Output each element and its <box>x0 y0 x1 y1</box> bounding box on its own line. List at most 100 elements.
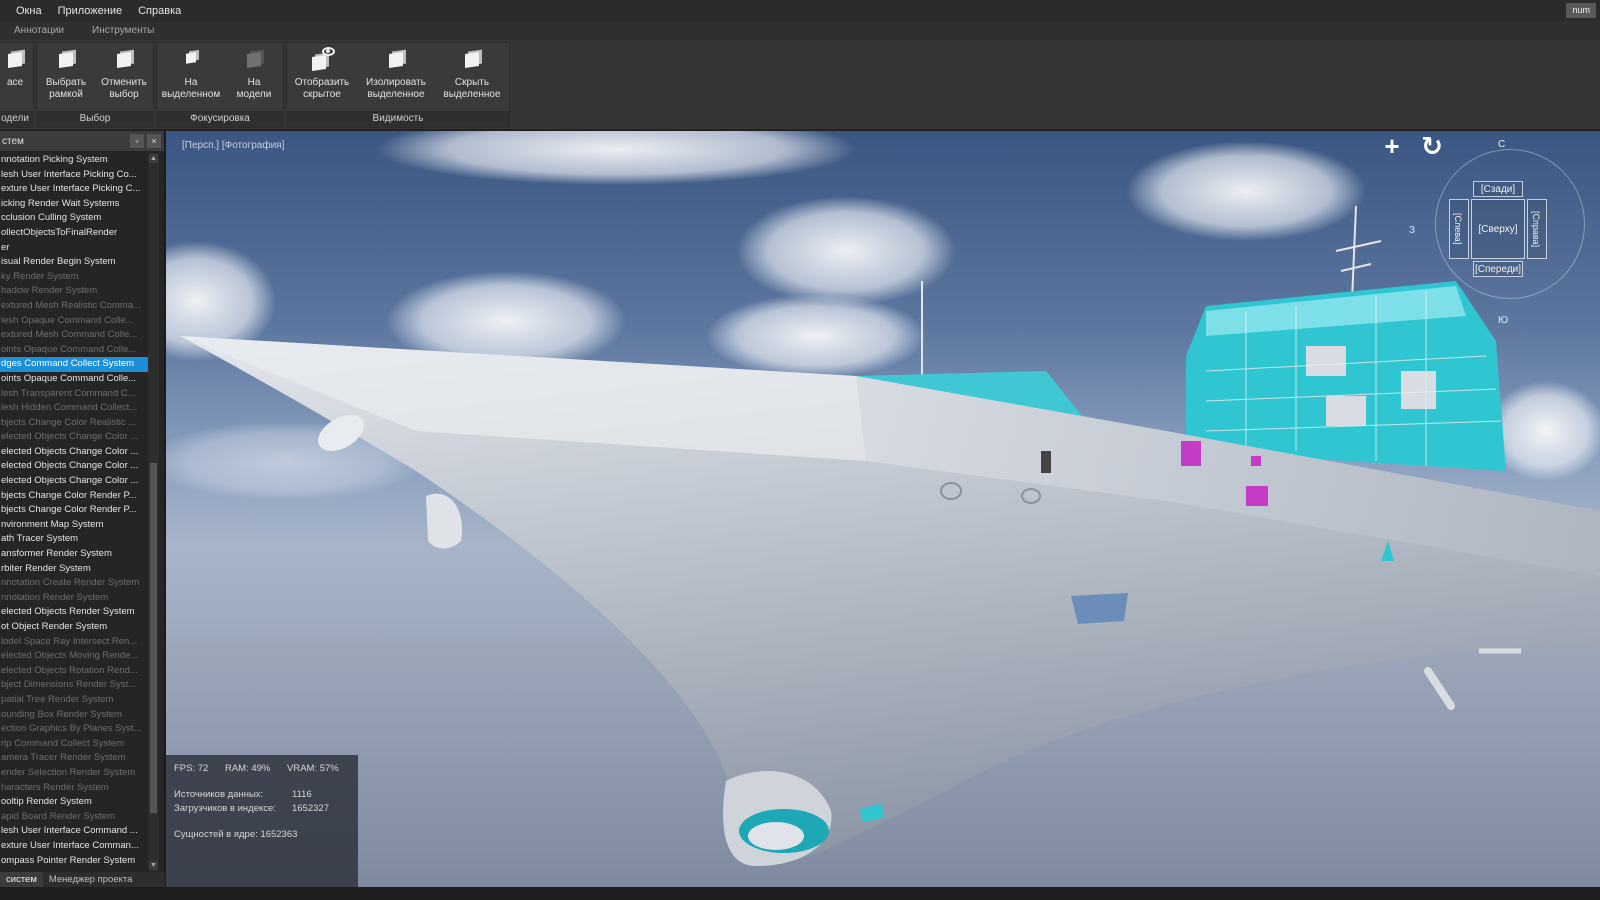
3d-viewport[interactable]: [Персп.] [Фотография] + ↻ С Ю З [Сзади] … <box>166 131 1600 887</box>
list-item[interactable]: amera Tracer Render System <box>0 751 148 766</box>
list-item[interactable]: elected Objects Change Color ... <box>0 459 148 474</box>
view-front[interactable]: [Спереди] <box>1473 261 1523 277</box>
list-item[interactable]: elected Objects Moving Rende... <box>0 649 148 664</box>
focus-model-button[interactable]: На модели <box>225 43 283 111</box>
list-item[interactable]: bjects Change Color Realistic ... <box>0 416 148 431</box>
list-item[interactable]: bject Dimensions Render Syst... <box>0 678 148 693</box>
list-item[interactable]: elected Objects Render System <box>0 605 148 620</box>
list-item[interactable]: lesh Transparent Command C... <box>0 387 148 402</box>
ship-model-render[interactable] <box>166 131 1600 887</box>
list-item[interactable]: lesh Hidden Command Collect... <box>0 401 148 416</box>
view-cube[interactable]: С Ю З [Сзади] [Сверху] [Спереди] [Слева]… <box>1409 137 1591 327</box>
list-item[interactable]: exture User Interface Picking C... <box>0 182 148 197</box>
show-hidden-label: Отобразить скрытое <box>294 77 350 100</box>
scroll-up-icon[interactable]: ▲ <box>149 154 158 163</box>
list-item[interactable]: haracters Render System <box>0 781 148 796</box>
list-item[interactable]: ot Object Render System <box>0 620 148 635</box>
list-item[interactable]: lesh User Interface Picking Co... <box>0 168 148 183</box>
tab-project-manager[interactable]: Менеджер проекта <box>43 872 139 887</box>
view-left[interactable]: [Слева] <box>1449 199 1469 259</box>
list-item[interactable]: nnotation Picking System <box>0 153 148 168</box>
tab-systems[interactable]: систем <box>0 872 43 887</box>
scrollbar-thumb[interactable] <box>150 463 157 813</box>
list-item[interactable]: bjects Change Color Render P... <box>0 489 148 504</box>
focus-selection-button[interactable]: На выделенном <box>157 43 225 111</box>
list-item[interactable]: lodel Space Ray Intersect Ren... <box>0 635 148 650</box>
list-item[interactable]: ath Tracer System <box>0 532 148 547</box>
list-item[interactable]: bjects Change Color Render P... <box>0 503 148 518</box>
hide-selected-button[interactable]: Скрыть выделенное <box>435 43 509 111</box>
view-right[interactable]: [Справа] <box>1527 199 1547 259</box>
select-box-button[interactable]: Выбрать рамкой <box>37 43 95 111</box>
list-item[interactable]: nnotation Render System <box>0 591 148 606</box>
isolate-icon <box>383 49 409 73</box>
models-button[interactable]: ace <box>0 43 33 111</box>
list-item[interactable]: oints Opaque Command Colle... <box>0 343 148 358</box>
list-item[interactable]: er <box>0 241 148 256</box>
select-box-icon <box>53 49 79 73</box>
list-item[interactable]: ender Selection Render System <box>0 766 148 781</box>
list-item[interactable]: ompass Pointer Render System <box>0 854 148 868</box>
list-item[interactable]: hadow Render System <box>0 284 148 299</box>
loaders-label: Загрузчиков в индексе: <box>174 803 276 814</box>
list-item[interactable]: ansformer Render System <box>0 547 148 562</box>
deselect-button[interactable]: Отменить выбор <box>95 43 153 111</box>
list-item[interactable]: rbiter Render System <box>0 562 148 577</box>
scrollbar[interactable]: ▲ ▼ <box>148 153 159 871</box>
list-item[interactable]: cclusion Culling System <box>0 211 148 226</box>
list-item[interactable]: dges Command Collect System <box>0 357 148 372</box>
list-item[interactable]: lesh Opaque Command Colle... <box>0 314 148 329</box>
show-hidden-button[interactable]: Отобразить скрытое <box>287 43 357 111</box>
list-item[interactable]: elected Objects Rotation Rend... <box>0 664 148 679</box>
list-item[interactable]: elected Objects Change Color ... <box>0 445 148 460</box>
list-item[interactable]: extured Mesh Realistic Comma... <box>0 299 148 314</box>
stats-loaders-row: Загрузчиков в индексе: 1652327 <box>174 803 329 814</box>
add-icon[interactable]: + <box>1379 133 1405 159</box>
ram-readout: RAM: 49% <box>224 763 271 774</box>
panel-header: стем ▫ × <box>0 131 164 151</box>
list-item[interactable]: nvironment Map System <box>0 518 148 533</box>
ribbon-group-selection: Выбрать рамкой Отменить выбор Выбор <box>36 42 154 128</box>
view-back[interactable]: [Сзади] <box>1473 181 1523 197</box>
pin-icon[interactable]: ▫ <box>130 134 144 148</box>
close-icon[interactable]: × <box>147 134 161 148</box>
compass-south: Ю <box>1498 315 1509 326</box>
list-item[interactable]: elected Objects Change Color ... <box>0 474 148 489</box>
select-box-label: Выбрать рамкой <box>45 77 87 100</box>
list-item[interactable]: rip Command Collect System <box>0 737 148 752</box>
tab-annotations[interactable]: Аннотации <box>0 25 78 36</box>
tab-tools[interactable]: Инструменты <box>78 25 168 36</box>
menu-bar: Окна Приложение Справка num <box>0 0 1600 21</box>
list-item[interactable]: nnotation Create Render System <box>0 576 148 591</box>
list-item[interactable]: ky Render System <box>0 270 148 285</box>
ribbon-group-title: Видимость <box>287 111 509 127</box>
list-item[interactable]: ooltip Render System <box>0 795 148 810</box>
list-item[interactable]: apid Board Render System <box>0 810 148 825</box>
isolate-button[interactable]: Изолировать выделенное <box>357 43 435 111</box>
menu-windows[interactable]: Окна <box>8 5 50 17</box>
list-item[interactable]: oints Opaque Command Colle... <box>0 372 148 387</box>
deselect-label: Отменить выбор <box>101 77 147 100</box>
scroll-down-icon[interactable]: ▼ <box>149 861 158 870</box>
list-item[interactable]: ollectObjectsToFinalRender <box>0 226 148 241</box>
list-item[interactable]: patial Tree Render System <box>0 693 148 708</box>
ribbon-group-title: Выбор <box>37 111 153 127</box>
list-item[interactable]: elected Objects Change Color ... <box>0 430 148 445</box>
compass-north: С <box>1498 139 1506 150</box>
systems-list: nnotation Picking System lesh User Interf… <box>0 153 148 867</box>
entities-label: Сущностей в ядре: <box>174 829 258 840</box>
list-item[interactable]: lesh User Interface Command ... <box>0 824 148 839</box>
menu-application[interactable]: Приложение <box>50 5 131 17</box>
cube-icon <box>2 49 28 73</box>
sources-value: 1116 <box>292 789 312 800</box>
viewport-mode-label[interactable]: [Персп.] [Фотография] <box>182 140 284 151</box>
list-item[interactable]: isual Render Begin System <box>0 255 148 270</box>
list-item[interactable]: ounding Box Render System <box>0 708 148 723</box>
menu-help[interactable]: Справка <box>130 5 189 17</box>
list-item[interactable]: ection Graphics By Planes Syst... <box>0 722 148 737</box>
list-item[interactable]: icking Render Wait Systems <box>0 197 148 212</box>
view-top[interactable]: [Сверху] <box>1471 199 1525 259</box>
list-item[interactable]: exture User Interface Comman... <box>0 839 148 854</box>
list-item[interactable]: extured Mesh Command Colle... <box>0 328 148 343</box>
loaders-value: 1652327 <box>292 803 329 814</box>
